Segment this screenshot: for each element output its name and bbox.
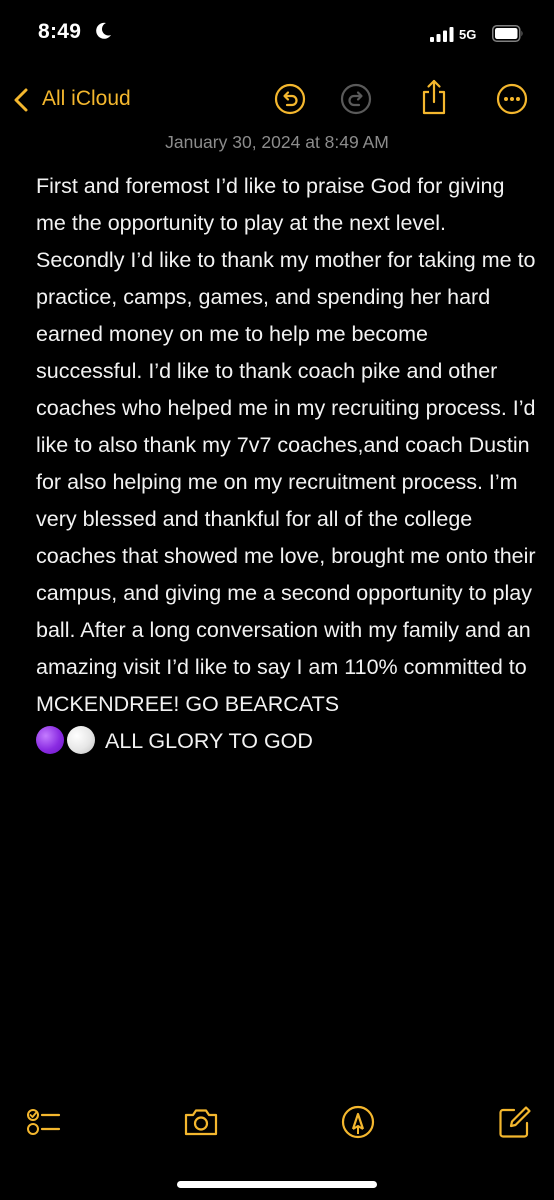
markup-icon[interactable]: [340, 1104, 376, 1140]
back-button[interactable]: All iCloud: [42, 87, 131, 111]
note-body[interactable]: First and foremost I’d like to praise Go…: [36, 168, 536, 760]
bottom-toolbar: [0, 1100, 554, 1144]
more-icon[interactable]: [496, 83, 528, 115]
nav-bar: All iCloud: [0, 75, 554, 125]
camera-icon[interactable]: [183, 1104, 219, 1140]
chevron-left-icon[interactable]: [12, 87, 30, 113]
battery-icon: [492, 25, 523, 42]
compose-icon[interactable]: [497, 1104, 533, 1140]
checklist-icon[interactable]: [26, 1104, 62, 1140]
note-closing-text: ALL GLORY TO GOD: [105, 729, 313, 753]
status-bar: 8:49 5G: [0, 0, 554, 70]
home-indicator[interactable]: [177, 1181, 377, 1188]
cellular-signal-icon: [430, 27, 454, 42]
note-date: January 30, 2024 at 8:49 AM: [165, 132, 389, 152]
status-time: 8:49: [38, 20, 82, 43]
purple-circle-emoji: [36, 726, 64, 754]
undo-icon[interactable]: [274, 83, 306, 115]
redo-icon[interactable]: [340, 83, 372, 115]
network-type: 5G: [459, 27, 477, 42]
moon-icon: [96, 22, 111, 39]
white-circle-emoji: [67, 726, 95, 754]
note-body-text: First and foremost I’d like to praise Go…: [36, 174, 542, 716]
share-icon[interactable]: [420, 79, 448, 115]
